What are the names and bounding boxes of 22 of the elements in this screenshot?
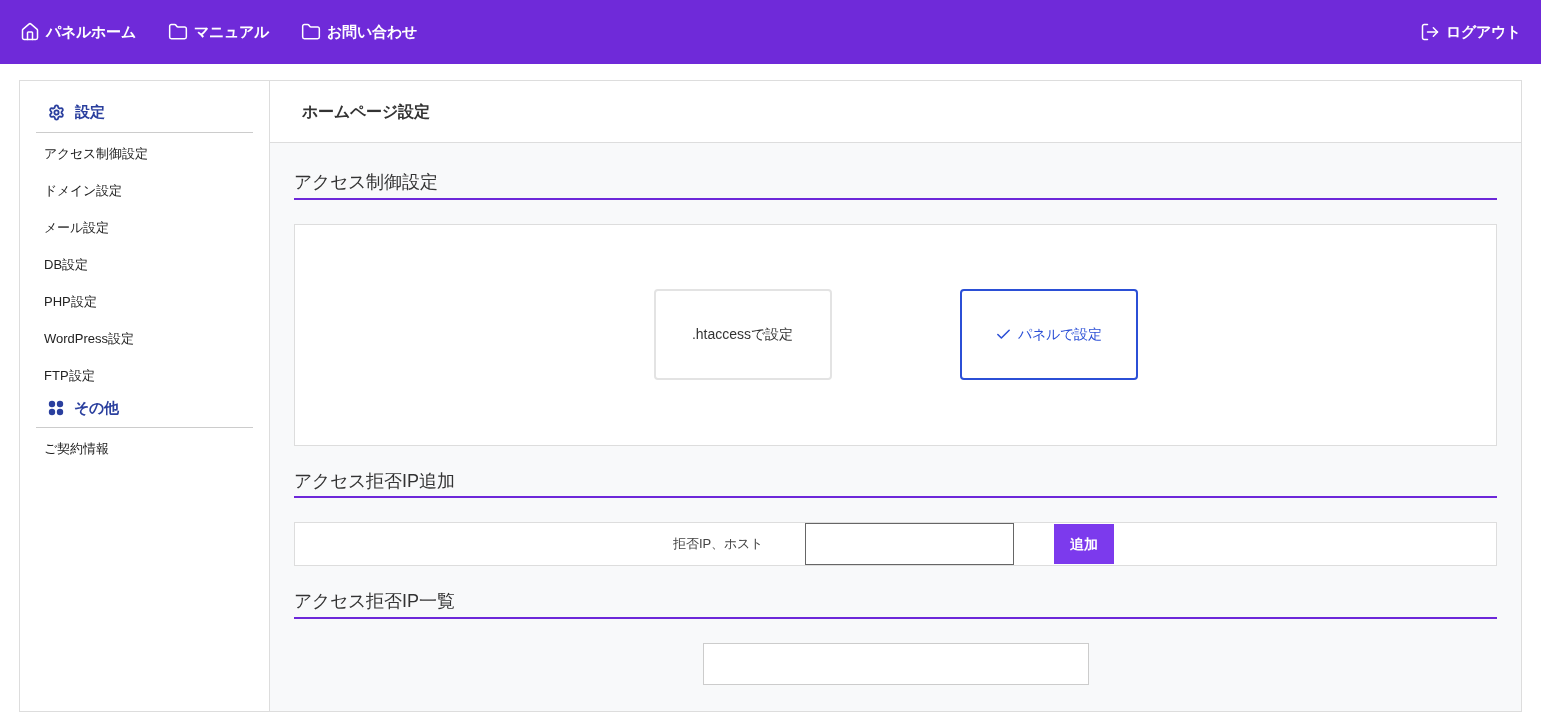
option-button[interactable]: .htaccessで設定 [653,289,832,380]
logout-link[interactable]: ログアウト [1420,20,1521,44]
nav-link[interactable]: お問い合わせ [301,20,417,44]
home-icon [20,22,40,42]
sidebar-section-title: 設定 [36,101,253,133]
section-heading: アクセス制御設定 [294,171,1497,200]
folder-icon [301,22,321,42]
logout-icon [1420,22,1440,42]
sidebar-item[interactable]: ご契約情報 [36,429,253,469]
add-button[interactable]: 追加 [1054,524,1114,564]
sidebar-section-title: その他 [36,396,253,428]
page-title: ホームページ設定 [302,101,430,122]
section-heading: アクセス拒否IP一覧 [294,590,1497,619]
option-button[interactable]: パネルで設定 [959,289,1138,380]
nav-link[interactable]: マニュアル [168,20,269,44]
nav-link[interactable]: パネルホーム [20,20,136,44]
grid-icon [48,399,64,416]
section-heading: アクセス拒否IP追加 [294,469,1497,498]
field-label: 拒否IP、ホスト [673,535,765,554]
folder-icon [168,22,188,42]
settings-icon [48,103,65,121]
input-field[interactable] [805,523,1014,565]
